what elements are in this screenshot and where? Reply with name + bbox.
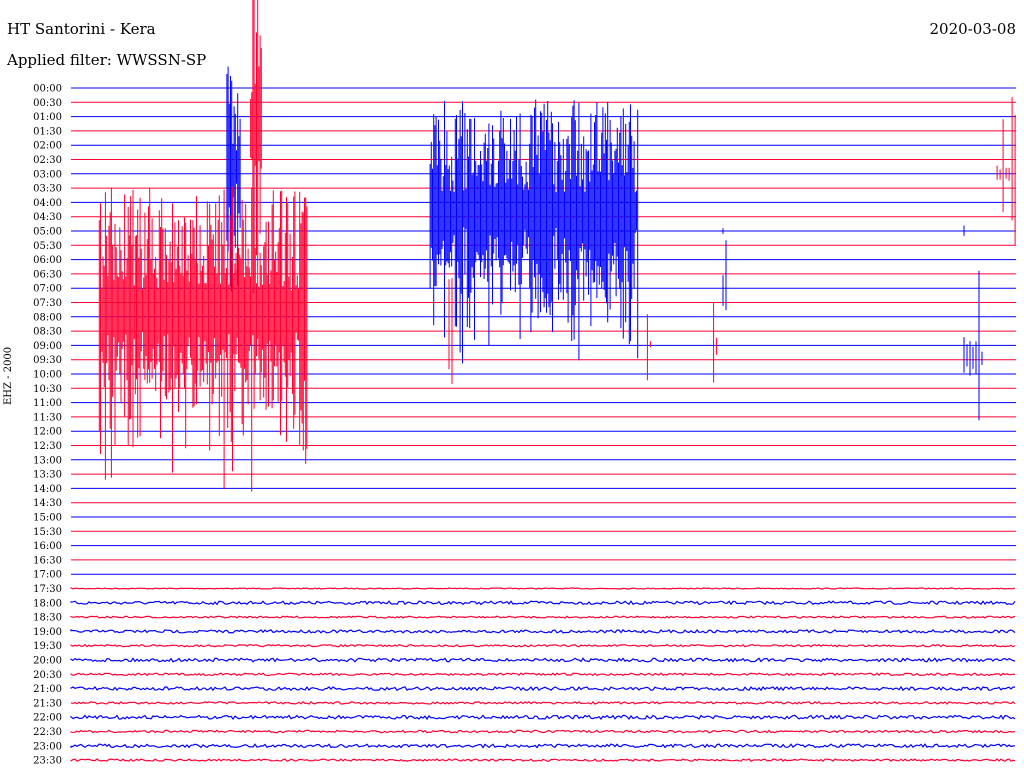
time-tick-label: 05:00 <box>33 227 62 238</box>
time-tick-label: 05:30 <box>33 241 62 252</box>
time-tick-label: 01:30 <box>33 126 62 137</box>
trace-line <box>70 600 1016 606</box>
time-tick-label: 15:30 <box>33 527 62 538</box>
time-tick-label: 14:30 <box>33 498 62 509</box>
trace-line <box>70 629 1016 634</box>
time-tick-label: 19:00 <box>33 627 62 638</box>
time-tick-label: 15:00 <box>33 513 62 524</box>
time-tick-label: 19:30 <box>33 641 62 652</box>
time-tick-label: 18:00 <box>33 598 62 609</box>
trace-line <box>70 743 1016 749</box>
trace-line <box>70 729 1016 734</box>
seismic-event-trace <box>250 0 262 294</box>
time-tick-label: 13:00 <box>33 455 62 466</box>
time-tick-label: 06:00 <box>33 255 62 266</box>
time-tick-label: 03:00 <box>33 169 62 180</box>
time-tick-label: 12:30 <box>33 441 62 452</box>
time-tick-label: 17:00 <box>33 570 62 581</box>
time-tick-label: 07:30 <box>33 298 62 309</box>
seismic-event-trace <box>713 302 718 383</box>
time-tick-label: 10:00 <box>33 370 62 381</box>
time-tick-label: 20:00 <box>33 656 62 667</box>
time-tick-label: 20:30 <box>33 670 62 681</box>
time-tick-label: 22:30 <box>33 727 62 738</box>
time-tick-label: 16:00 <box>33 541 62 552</box>
time-tick-label: 08:00 <box>33 312 62 323</box>
time-tick-label: 08:30 <box>33 327 62 338</box>
time-tick-label: 22:00 <box>33 713 62 724</box>
time-tick-label: 01:00 <box>33 112 62 123</box>
time-tick-label: 04:00 <box>33 198 62 209</box>
time-tick-label: 02:00 <box>33 141 62 152</box>
seismic-event-trace <box>996 97 1016 246</box>
trace-line <box>70 758 1016 763</box>
time-tick-label: 06:30 <box>33 269 62 280</box>
time-tick-label: 10:30 <box>33 384 62 395</box>
time-tick-label: 13:30 <box>33 470 62 481</box>
time-tick-label: 23:30 <box>33 756 62 767</box>
time-tick-label: 09:30 <box>33 355 62 366</box>
time-tick-label: 07:00 <box>33 284 62 295</box>
time-tick-label: 12:00 <box>33 427 62 438</box>
time-tick-label: 04:30 <box>33 212 62 223</box>
trace-line <box>70 700 1016 705</box>
seismogram-plot: 00:00 00:30 01:00 01:30 02:00 02:30 03:00 03:30… <box>33 0 1016 767</box>
time-tick-label: 23:00 <box>33 741 62 752</box>
time-tick-label: 16:30 <box>33 555 62 566</box>
trace-line <box>70 615 1016 619</box>
time-tick-label: 00:30 <box>33 98 62 109</box>
time-tick-label: 09:00 <box>33 341 62 352</box>
seismic-event-trace <box>646 314 651 381</box>
time-tick-label: 18:30 <box>33 613 62 624</box>
trace-line <box>70 714 1016 721</box>
time-tick-label: 11:30 <box>33 412 62 423</box>
time-tick-label: 21:30 <box>33 698 62 709</box>
time-tick-label: 21:00 <box>33 684 62 695</box>
trace-line <box>70 657 1016 663</box>
time-tick-label: 14:00 <box>33 484 62 495</box>
time-tick-label: 17:30 <box>33 584 62 595</box>
seismic-event-trace <box>722 240 727 311</box>
time-tick-label: 03:30 <box>33 184 62 195</box>
time-tick-label: 00:00 <box>33 84 62 95</box>
trace-line <box>70 672 1016 677</box>
time-tick-label: 02:30 <box>33 155 62 166</box>
time-tick-label: 11:00 <box>33 398 62 409</box>
trace-line <box>70 643 1016 648</box>
trace-line <box>70 685 1016 692</box>
trace-line <box>70 587 1016 590</box>
